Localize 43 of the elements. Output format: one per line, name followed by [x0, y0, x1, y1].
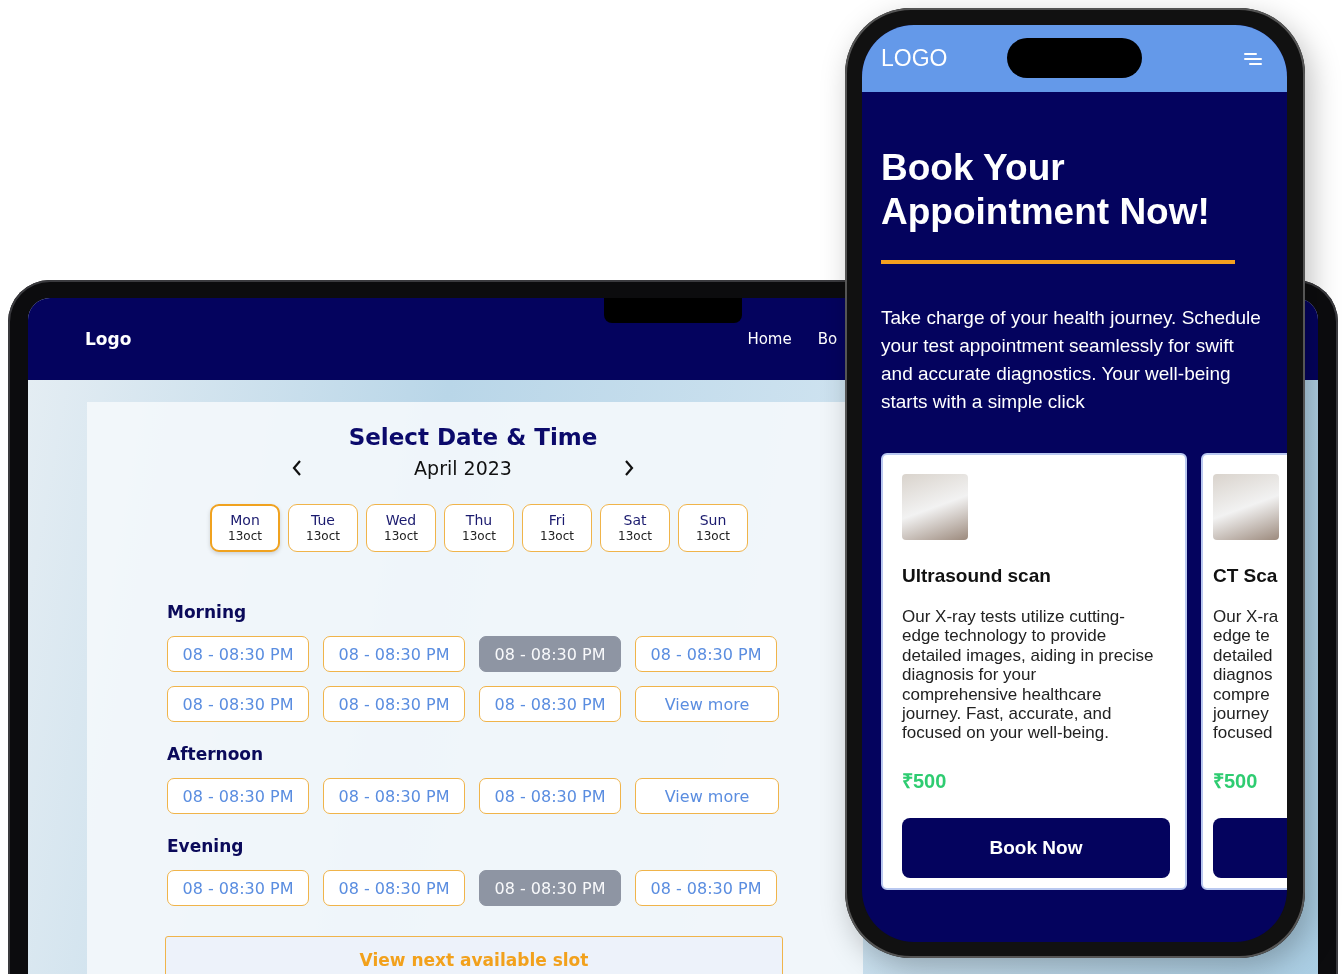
test-description: Our X-ra edge te detailed diagnos compre journey focused: [1213, 607, 1280, 743]
price: ₹500: [902, 768, 948, 794]
month-label: April 2023: [414, 457, 512, 479]
next-slot-button[interactable]: View next available slot: [165, 936, 783, 974]
page-heading: Book Your Appointment Now!: [881, 146, 1211, 234]
test-title: CT Sca: [1213, 565, 1279, 587]
day-tab[interactable]: Wed 13oct: [366, 504, 436, 552]
book-button[interactable]: Book Now: [902, 817, 1170, 878]
chevron-right-icon[interactable]: [623, 459, 635, 477]
intro-text: Take charge of your health journey. Schedule your test appointment seamlessly for swift and accurate diagnostics. Your well-being starts with a simple click: [881, 306, 1262, 414]
time-slot[interactable]: 08 - 08:30 PM: [635, 870, 777, 906]
day-tab[interactable]: Mon 13oct: [210, 504, 280, 552]
section-heading: Afternoon: [167, 744, 265, 764]
day-tab[interactable]: Thu 13oct: [444, 504, 514, 552]
nav-link[interactable]: Home: [747, 330, 792, 348]
test-description: Our X-ray tests utilize cutting- edge technology to provide detailed images, aiding in precise diagnosis for your comprehensive healthcare journey. Fast, accurate, and focused on your well-being.: [902, 607, 1155, 743]
test-title: Ultrasound scan: [902, 565, 1052, 587]
section-heading: Evening: [167, 836, 245, 856]
section-heading: Morning: [167, 602, 248, 622]
day-tab[interactable]: Fri 13oct: [522, 504, 592, 552]
menu-icon[interactable]: [1244, 51, 1262, 66]
view-more-button[interactable]: View more: [635, 686, 779, 722]
time-slot[interactable]: 08 - 08:30 PM: [323, 636, 465, 672]
time-slot[interactable]: 08 - 08:30 PM: [167, 778, 309, 814]
time-slot[interactable]: 08 - 08:30 PM: [167, 686, 309, 722]
time-slot[interactable]: 08 - 08:30 PM: [635, 636, 777, 672]
time-slot[interactable]: 08 - 08:30 PM: [167, 636, 309, 672]
time-slot[interactable]: 08 - 08:30 PM: [323, 778, 465, 814]
day-tab[interactable]: Tue 13oct: [288, 504, 358, 552]
time-slot[interactable]: 08 - 08:30 PM: [479, 778, 621, 814]
time-slot[interactable]: 08 - 08:30 PM: [323, 870, 465, 906]
time-slot[interactable]: 08 - 08:30 PM: [323, 686, 465, 722]
chevron-left-icon[interactable]: [291, 459, 303, 477]
booking-title: Select Date & Time: [347, 423, 599, 452]
logo[interactable]: LOGO: [881, 45, 948, 72]
time-slot[interactable]: 08 - 08:30 PM: [167, 870, 309, 906]
price: ₹500: [1213, 768, 1259, 794]
time-slot[interactable]: 08 - 08:30 PM: [479, 686, 621, 722]
logo[interactable]: Logo: [85, 329, 132, 349]
nav-link[interactable]: Bo: [817, 330, 838, 348]
day-tab[interactable]: Sat 13oct: [600, 504, 670, 552]
view-more-button[interactable]: View more: [635, 778, 779, 814]
day-tab[interactable]: Sun 13oct: [678, 504, 748, 552]
